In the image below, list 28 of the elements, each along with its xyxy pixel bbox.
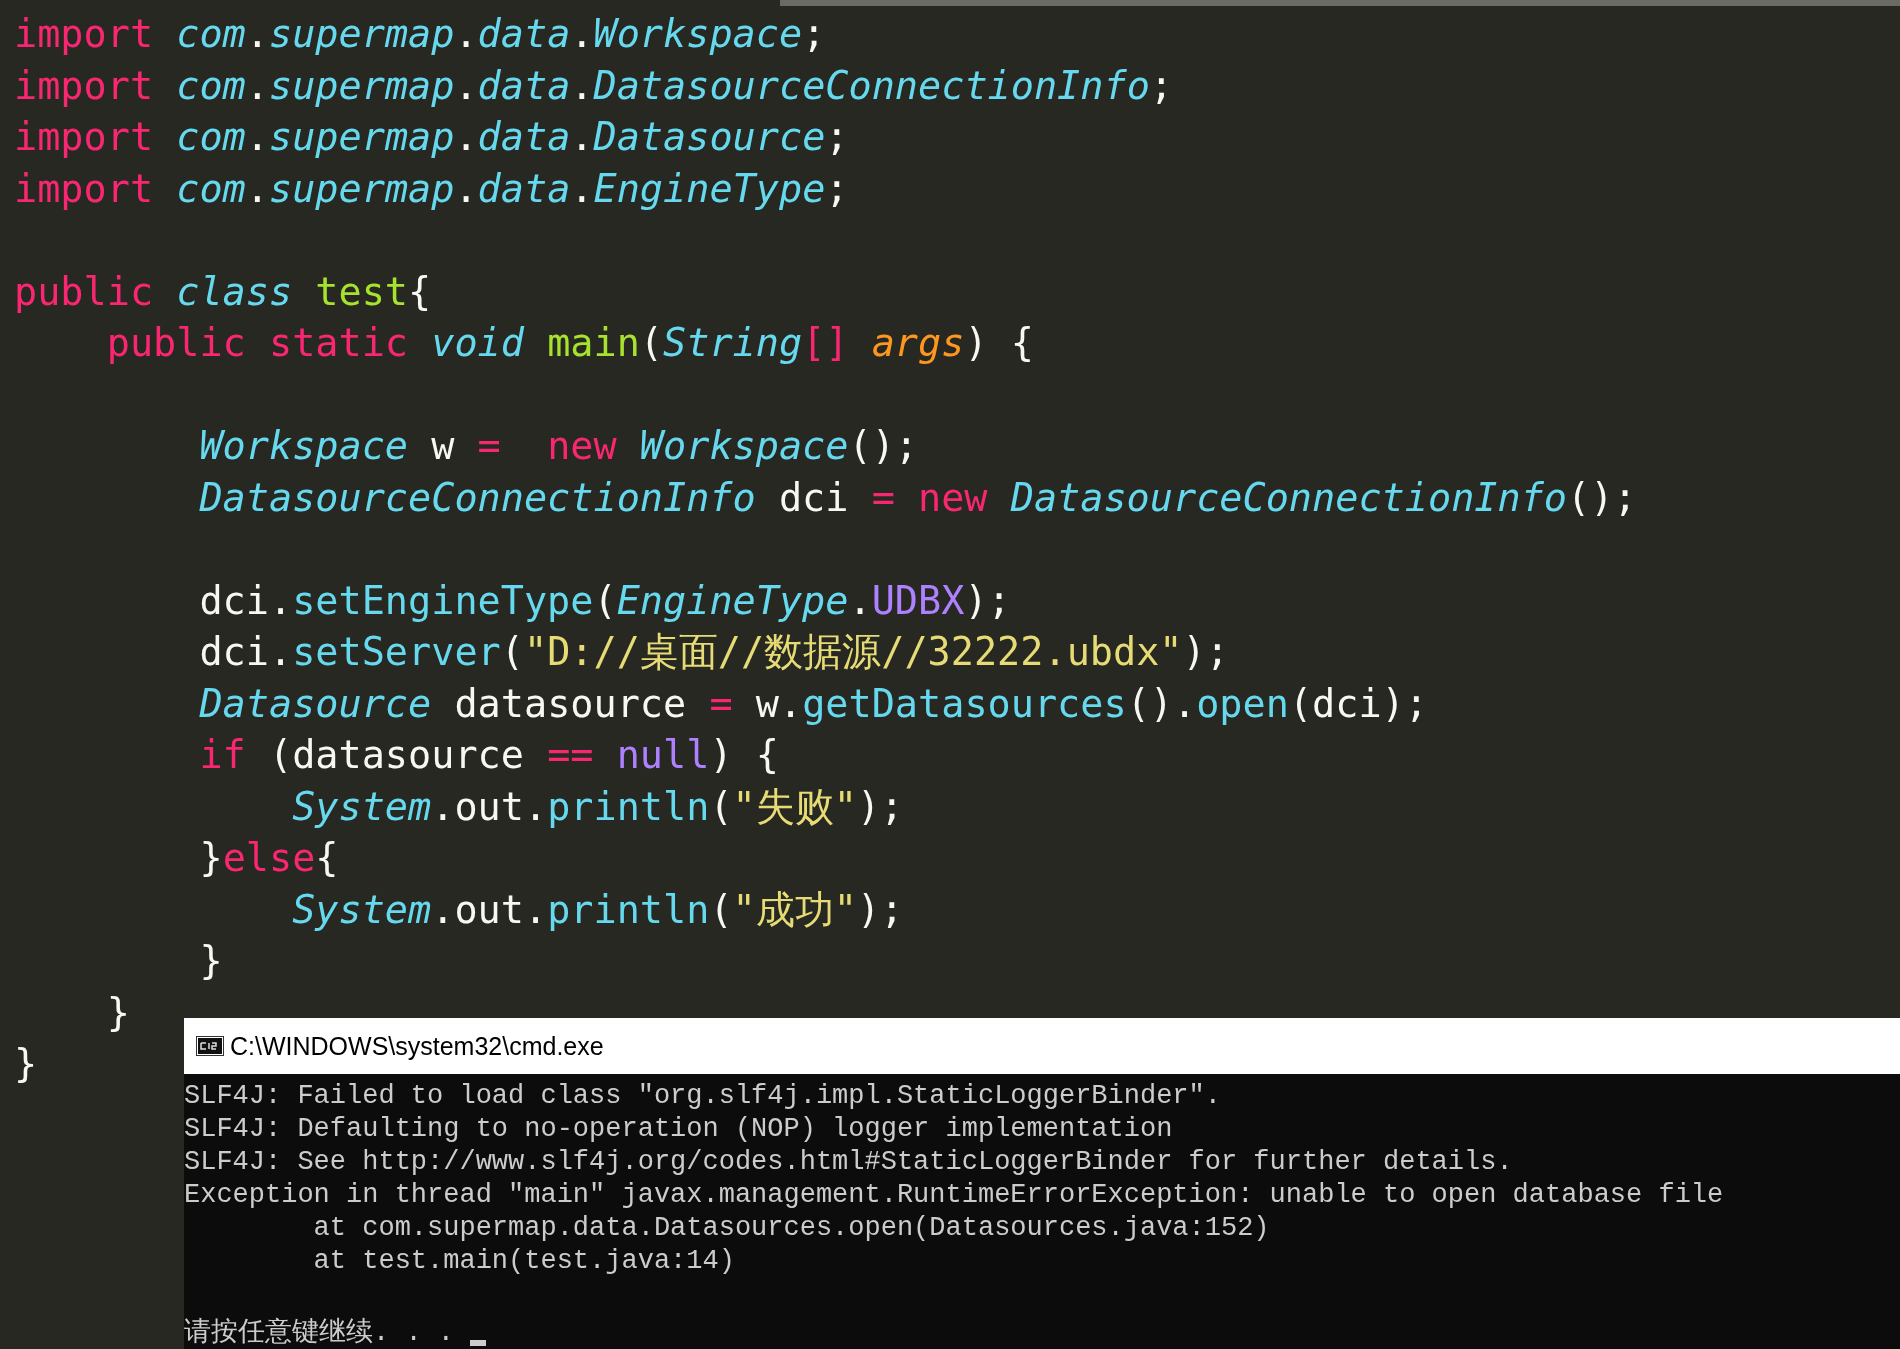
code-line: import com.supermap.data.DatasourceConnectionInfo; xyxy=(14,61,1173,110)
code-line: Workspace w = new Workspace(); xyxy=(198,422,919,470)
code-line: System.out.println("失败"); xyxy=(291,782,904,831)
console-output-line: at com.supermap.data.Datasources.open(Datasources.java:152) xyxy=(312,1212,1270,1245)
code-line: DatasourceConnectionInfo dci = new DatasourceConnectionInfo(); xyxy=(198,473,1637,522)
code-line: } xyxy=(198,937,223,985)
code-line: if (datasource == null) { xyxy=(198,731,779,779)
code-line: } xyxy=(105,988,130,1037)
console-prompt: 请按任意键继续. . . xyxy=(184,1317,455,1349)
code-line: import com.supermap.data.Datasource; xyxy=(14,113,849,161)
console-title: C:\WINDOWS\system32\cmd.exe xyxy=(230,1031,604,1061)
terminal-icon xyxy=(196,1036,224,1056)
code-line: import com.supermap.data.Workspace; xyxy=(14,10,826,58)
code-line: public static void main(String[] args) { xyxy=(105,319,1034,367)
code-line: dci.setEngineType(EngineType.UDBX); xyxy=(198,576,1011,625)
code-line: dci.setServer("D://桌面//数据源//32222.ubdx"); xyxy=(198,628,1229,676)
code-line: public class test{ xyxy=(14,267,432,316)
console-output-line: at test.main(test.java:14) xyxy=(312,1245,735,1278)
code-line: System.out.println("成功"); xyxy=(291,885,904,934)
console-output-line: SLF4J: Failed to load class "org.slf4j.impl.StaticLoggerBinder". xyxy=(184,1080,1221,1113)
console-output-line: Exception in thread "main" javax.management.RuntimeErrorException: unable to open database file xyxy=(184,1179,1724,1212)
code-line: Datasource datasource = w.getDatasources().open(dci); xyxy=(198,679,1428,728)
console-output-line: SLF4J: Defaulting to no-operation (NOP) logger implementation xyxy=(184,1113,1173,1146)
code-line: } xyxy=(14,1040,38,1088)
scrollbar[interactable] xyxy=(780,0,1900,6)
code-line: import com.supermap.data.EngineType; xyxy=(14,164,849,213)
code-line: }else{ xyxy=(198,834,339,882)
console-output-line: SLF4J: See http://www.slf4j.org/codes.html#StaticLoggerBinder for further details. xyxy=(184,1146,1513,1179)
